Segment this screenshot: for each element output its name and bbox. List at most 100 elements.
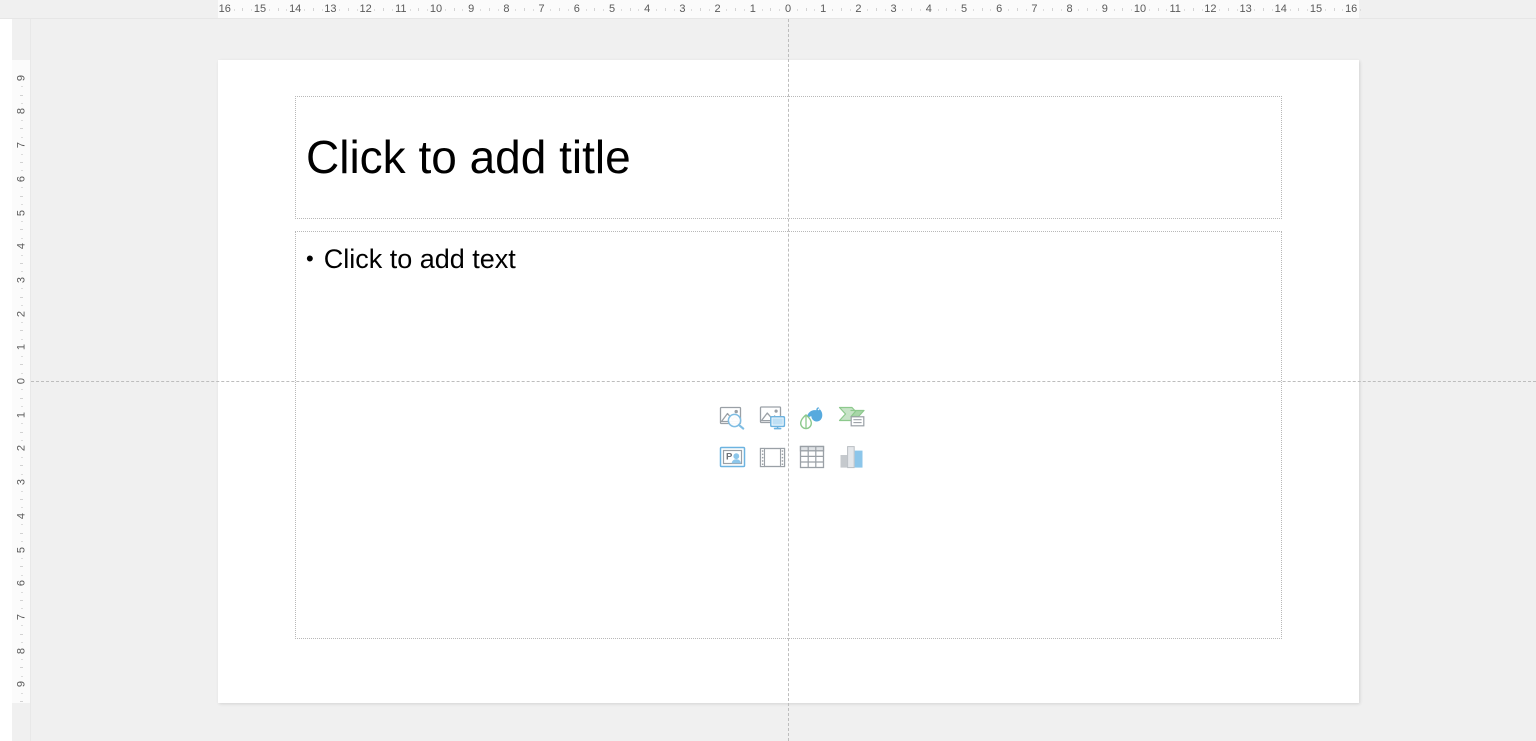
ruler-tick-quarter	[304, 9, 305, 11]
ruler-tick-minor	[1052, 8, 1053, 11]
ruler-tick-minor	[20, 667, 23, 669]
ruler-tick-quarter	[21, 220, 23, 222]
ruler-label-h: 1	[749, 3, 756, 15]
ruler-label-h: 5	[608, 3, 616, 15]
ruler-label-v: 6	[15, 175, 28, 182]
ruler-tick-quarter	[796, 9, 798, 11]
slide-canvas[interactable]: Click to add title • Click to add text P	[31, 19, 1536, 741]
ruler-tick-minor	[1157, 8, 1159, 11]
svg-text:P: P	[726, 452, 733, 463]
ruler-label-h: 7	[1031, 3, 1038, 15]
ruler-tick-quarter	[21, 659, 23, 661]
3d-models-icon[interactable]: P	[712, 437, 752, 477]
ruler-tick-minor	[20, 94, 23, 96]
ruler-tick-minor	[383, 8, 385, 11]
ruler-tick-quarter	[21, 119, 23, 121]
ruler-label-h: 4	[644, 3, 651, 15]
ruler-tick-minor	[20, 195, 23, 197]
ruler-tick-minor	[770, 8, 772, 11]
ruler-tick-quarter	[21, 254, 23, 256]
ruler-tick-minor	[277, 8, 279, 11]
ruler-label-v: 8	[15, 108, 28, 115]
ruler-tick-quarter	[726, 9, 728, 11]
ruler-label-h: 6	[573, 3, 580, 15]
ruler-label-h: 9	[1101, 3, 1108, 15]
ruler-label-v: 3	[15, 479, 28, 486]
ruler-tick-quarter	[1289, 9, 1291, 11]
ruler-tick-quarter	[21, 288, 23, 290]
ruler-label-h: 8	[1066, 3, 1073, 15]
ruler-label-h: 13	[324, 3, 337, 15]
ruler-label-h: 3	[890, 3, 897, 15]
ruler-tick-quarter	[21, 591, 23, 593]
ruler-label-h: 14	[289, 3, 302, 15]
ruler-tick-quarter	[1078, 9, 1080, 11]
ruler-tick-minor	[1016, 8, 1018, 11]
ruler-tick-quarter	[1219, 9, 1221, 11]
ruler-label-v: 1	[15, 411, 28, 418]
ruler-tick-quarter	[21, 322, 23, 324]
ruler-tick-minor	[242, 8, 244, 11]
icons-icon[interactable]	[792, 397, 832, 437]
ruler-tick-quarter	[21, 355, 23, 357]
smartart-icon[interactable]	[832, 397, 872, 437]
ruler-tick-quarter	[620, 9, 622, 11]
ruler-tick-minor	[20, 397, 23, 399]
ruler-tick-minor	[20, 161, 23, 163]
ruler-tick-quarter	[656, 9, 657, 11]
pictures-icon[interactable]	[752, 397, 792, 437]
ruler-label-v: 2	[15, 445, 28, 452]
ruler-label-h: 16	[1345, 3, 1358, 15]
ruler-label-v: 7	[15, 142, 28, 149]
content-placeholder-prompt: Click to add text	[323, 244, 516, 274]
ruler-tick-quarter	[1184, 9, 1185, 11]
content-placeholder-bullet-row: • Click to add text	[306, 244, 1271, 275]
ruler-tick-minor	[1122, 8, 1124, 11]
ruler-label-v: 6	[15, 580, 28, 587]
slide-surface[interactable]: Click to add title • Click to add text P	[218, 60, 1359, 703]
ruler-label-v: 9	[15, 74, 28, 81]
ruler-tick-quarter	[1254, 9, 1256, 11]
table-icon[interactable]	[792, 437, 832, 477]
ruler-tick-quarter	[268, 9, 270, 11]
ruler-tick-minor	[1192, 8, 1194, 11]
ruler-tick-quarter	[21, 524, 23, 526]
ruler-label-h: 16	[218, 3, 231, 15]
ruler-tick-minor	[312, 8, 314, 11]
ruler-tick-quarter	[480, 9, 481, 11]
ruler-tick-quarter	[339, 9, 341, 11]
ruler-tick-quarter	[21, 389, 23, 391]
ruler-tick-quarter	[21, 456, 23, 458]
ruler-tick-quarter	[21, 625, 23, 627]
ruler-tick-quarter	[374, 9, 376, 11]
ruler-label-h: 13	[1239, 3, 1252, 15]
ruler-tick-minor	[418, 8, 420, 11]
ruler-label-h: 0	[784, 3, 792, 15]
ruler-tick-minor	[20, 364, 23, 366]
ruler-tick-quarter	[1043, 9, 1045, 11]
ruler-tick-minor	[559, 8, 561, 11]
insert-content-icon-cluster: P	[712, 397, 865, 477]
horizontal-ruler[interactable]: 16 15 14 13 12 11 10 9 8 7 6 5 4 3 2 1 0 1 2 3 4 5 6 7 8 9 10 11 12 1…	[0, 0, 1536, 19]
ruler-label-h: 12	[359, 3, 372, 15]
ruler-label-v: 3	[15, 276, 28, 283]
video-icon[interactable]	[752, 437, 792, 477]
title-placeholder[interactable]: Click to add title	[295, 96, 1282, 219]
ruler-tick-minor	[735, 8, 737, 11]
ruler-tick-quarter	[233, 9, 235, 11]
ruler-tick-quarter	[409, 9, 411, 11]
ruler-label-v: 5	[15, 209, 28, 216]
ruler-label-h: 2	[714, 3, 721, 15]
ruler-tick-quarter	[21, 153, 23, 155]
ruler-tick-minor	[981, 8, 983, 11]
ruler-tick-quarter	[1360, 9, 1361, 11]
ruler-tick-minor	[1263, 8, 1265, 11]
vertical-ruler[interactable]: 9 8 7 6 5 4 3 2 1 0 1 2 3 4 5 6 7 8 9	[12, 19, 31, 741]
ruler-label-h: 11	[395, 3, 407, 15]
ruler-tick-quarter	[21, 557, 23, 559]
ruler-tick-minor	[1298, 8, 1300, 11]
ruler-tick-minor	[20, 566, 23, 568]
chart-icon[interactable]	[832, 437, 872, 477]
stock-images-icon[interactable]	[712, 397, 752, 437]
ruler-tick-minor	[20, 330, 23, 332]
